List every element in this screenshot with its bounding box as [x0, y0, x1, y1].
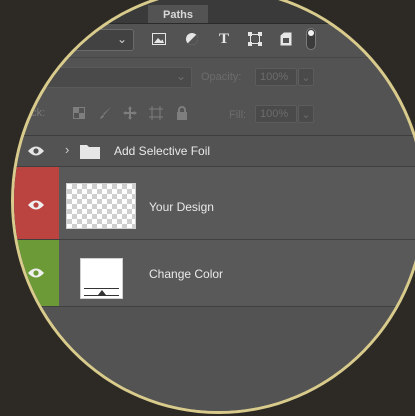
opacity-input[interactable]: 100%: [255, 68, 297, 86]
chevron-right-icon[interactable]: ›: [65, 142, 69, 157]
blend-mode-value: rmal: [19, 71, 41, 83]
layer-row-group[interactable]: › Add Selective Foil: [14, 136, 415, 167]
lock-transparent-pixels-icon[interactable]: [71, 105, 87, 121]
panel-tab-bar: [14, 0, 415, 24]
opacity-dropdown-button[interactable]: ⌄: [298, 68, 314, 86]
levels-bottom-line: [84, 295, 119, 296]
layer-row-your-design[interactable]: Your Design: [14, 167, 415, 240]
fill-label: Fill:: [229, 109, 247, 121]
opacity-value: 100%: [260, 71, 289, 83]
adjustment-thumbnail: [80, 258, 123, 299]
chevron-down-icon: ⌄: [175, 69, 186, 83]
fill-value: 100%: [260, 108, 289, 120]
layer-row-change-color[interactable]: Change Color: [14, 240, 415, 307]
filter-on-off-toggle[interactable]: [306, 28, 316, 50]
lock-artboard-icon[interactable]: [148, 105, 164, 121]
layer-thumbnail: [66, 183, 136, 229]
layer-name: Add Selective Foil: [114, 144, 211, 158]
eye-icon: [28, 146, 44, 156]
fill-dropdown-button[interactable]: ⌄: [298, 105, 314, 123]
blend-mode-select[interactable]: rmal ⌄: [14, 67, 192, 88]
layers-empty-area: [14, 307, 415, 411]
chevron-down-icon: ⌄: [301, 108, 311, 121]
chevron-down-icon: ⌄: [116, 32, 127, 46]
eye-icon: [28, 268, 44, 278]
opacity-label: Opacity:: [201, 71, 242, 83]
layer-name: Change Color: [149, 267, 224, 281]
image-filter-icon[interactable]: [150, 31, 168, 47]
type-filter-icon[interactable]: T: [215, 31, 233, 47]
filter-kind-select[interactable]: ⌄: [14, 29, 134, 51]
lock-position-icon[interactable]: [122, 105, 138, 121]
visibility-toggle[interactable]: [14, 167, 59, 239]
visibility-toggle[interactable]: [14, 240, 59, 306]
chevron-down-icon: ⌄: [301, 71, 311, 84]
magnifier-lens: Paths ⌄ T rmal ⌄ Opacity: 100% ⌄ ock: Fi…: [11, 0, 415, 414]
tab-paths[interactable]: Paths: [148, 5, 208, 24]
smart-object-filter-icon[interactable]: [277, 31, 295, 47]
tab-divider: [14, 23, 415, 24]
adjustment-filter-icon[interactable]: [183, 31, 201, 47]
levels-baseline: [84, 288, 119, 289]
visibility-toggle[interactable]: [14, 136, 59, 166]
lock-all-icon[interactable]: [174, 105, 190, 121]
layer-name: Your Design: [149, 200, 214, 214]
eye-icon: [28, 200, 44, 210]
divider: [14, 57, 415, 58]
lock-image-pixels-icon[interactable]: [97, 105, 113, 121]
shape-filter-icon[interactable]: [246, 31, 264, 47]
fill-input[interactable]: 100%: [255, 105, 297, 123]
folder-icon: [80, 145, 100, 159]
lock-label: ock:: [25, 107, 46, 119]
